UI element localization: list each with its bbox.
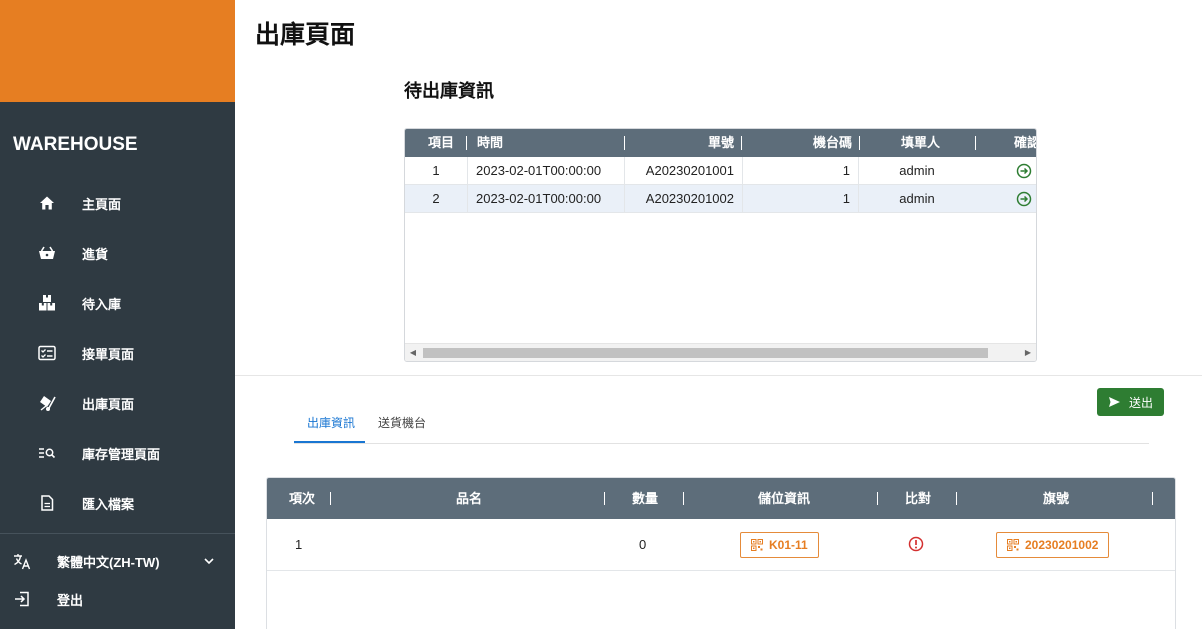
sidebar-item-home[interactable]: 主頁面 bbox=[0, 183, 235, 223]
logout-label: 登出 bbox=[57, 592, 84, 608]
sidebar-item-outbound[interactable]: 出庫頁面 bbox=[0, 383, 235, 423]
column-separator[interactable] bbox=[683, 492, 684, 505]
column-header[interactable]: 比對 bbox=[905, 478, 931, 519]
column-separator[interactable] bbox=[956, 492, 957, 505]
column-header[interactable]: 項目 bbox=[428, 129, 454, 157]
column-separator[interactable] bbox=[624, 136, 625, 150]
alert-circle-icon bbox=[908, 536, 924, 552]
column-separator[interactable] bbox=[330, 492, 331, 505]
column-header[interactable]: 旗號 bbox=[1043, 478, 1069, 519]
detail-table-header: 項次 品名 數量 儲位資訊 比對 旗號 bbox=[267, 478, 1175, 519]
cell-time: 2023-02-01T00:00:00 bbox=[476, 191, 602, 206]
basket-icon bbox=[37, 243, 57, 263]
qr-code-icon bbox=[1007, 539, 1019, 551]
cell-order-no: A20230201001 bbox=[645, 163, 734, 178]
sidebar: WAREHOUSE 主頁面 進貨 待入庫 接單頁面 出庫頁面 庫存管理頁面 匯入… bbox=[0, 0, 235, 629]
cell-machine: 1 bbox=[842, 191, 850, 206]
column-header[interactable]: 儲位資訊 bbox=[758, 478, 810, 519]
column-header[interactable]: 數量 bbox=[632, 478, 658, 519]
column-header[interactable]: 確認 bbox=[1014, 129, 1036, 157]
scroll-right-icon[interactable]: ▶ bbox=[1020, 344, 1036, 361]
cell-quantity: 0 bbox=[639, 537, 647, 552]
column-header[interactable]: 填單人 bbox=[901, 129, 940, 157]
horizontal-scrollbar[interactable]: ◀ ▶ bbox=[405, 343, 1036, 361]
cell-index: 2 bbox=[432, 191, 440, 206]
column-header[interactable]: 機台碼 bbox=[813, 129, 852, 157]
cell-creator: admin bbox=[899, 163, 935, 178]
column-separator[interactable] bbox=[741, 136, 742, 150]
boxes-icon bbox=[37, 293, 57, 313]
sidebar-item-pending-stock[interactable]: 待入庫 bbox=[0, 283, 235, 323]
cell-order-no: A20230201002 bbox=[645, 191, 734, 206]
table-row[interactable]: 1 2023-02-01T00:00:00 A20230201001 1 adm… bbox=[405, 157, 1036, 185]
cell-creator: admin bbox=[899, 191, 935, 206]
pending-table: 項目 時間 單號 機台碼 填單人 確認 1 2023-02-01T00:00:0… bbox=[404, 128, 1037, 362]
column-header[interactable]: 時間 bbox=[477, 129, 503, 157]
cell-machine: 1 bbox=[842, 163, 850, 178]
cell-index: 1 bbox=[295, 537, 303, 552]
page-title: 出庫頁面 bbox=[255, 21, 356, 49]
qr-code-icon bbox=[751, 539, 763, 551]
tabs-baseline bbox=[294, 443, 1149, 444]
app-root: WAREHOUSE 主頁面 進貨 待入庫 接單頁面 出庫頁面 庫存管理頁面 匯入… bbox=[0, 0, 1202, 629]
sidebar-item-label: 庫存管理頁面 bbox=[82, 446, 161, 462]
sidebar-item-label: 進貨 bbox=[82, 246, 109, 262]
logout-button[interactable]: 登出 bbox=[0, 584, 235, 614]
column-separator[interactable] bbox=[604, 492, 605, 505]
pending-section-title: 待出庫資訊 bbox=[404, 81, 494, 101]
column-header[interactable]: 項次 bbox=[289, 478, 315, 519]
logout-icon bbox=[12, 589, 32, 609]
send-button-label: 送出 bbox=[1128, 395, 1153, 410]
cell-index: 1 bbox=[432, 163, 440, 178]
column-separator[interactable] bbox=[859, 136, 860, 150]
pending-table-header: 項目 時間 單號 機台碼 填單人 確認 bbox=[405, 129, 1036, 157]
send-button[interactable]: 送出 bbox=[1097, 388, 1164, 416]
flag-chip[interactable]: 20230201002 bbox=[996, 532, 1110, 558]
brand-title: WAREHOUSE bbox=[13, 134, 138, 155]
brand-banner bbox=[0, 0, 235, 102]
home-icon bbox=[37, 193, 57, 213]
column-header[interactable]: 單號 bbox=[708, 129, 734, 157]
column-separator[interactable] bbox=[975, 136, 976, 150]
list-search-icon bbox=[37, 443, 57, 463]
sidebar-item-inventory[interactable]: 庫存管理頁面 bbox=[0, 433, 235, 473]
scrollbar-thumb[interactable] bbox=[423, 348, 988, 358]
location-label: K01-11 bbox=[769, 538, 808, 552]
sidebar-item-label: 匯入檔案 bbox=[82, 496, 135, 512]
cell-divider bbox=[467, 157, 468, 185]
sidebar-item-orders[interactable]: 接單頁面 bbox=[0, 333, 235, 373]
table-row[interactable]: 2 2023-02-01T00:00:00 A20230201002 1 adm… bbox=[405, 185, 1036, 213]
column-separator[interactable] bbox=[1152, 492, 1153, 505]
column-separator[interactable] bbox=[877, 492, 878, 505]
confirm-arrow-icon[interactable] bbox=[1016, 163, 1032, 179]
cell-divider bbox=[467, 185, 468, 213]
tab-delivery-machine[interactable]: 送貨機台 bbox=[378, 414, 426, 442]
checklist-icon bbox=[37, 343, 57, 363]
location-chip[interactable]: K01-11 bbox=[740, 532, 819, 558]
file-icon bbox=[37, 493, 57, 513]
confirm-arrow-icon[interactable] bbox=[1016, 191, 1032, 207]
translate-icon bbox=[12, 551, 32, 571]
sidebar-item-incoming[interactable]: 進貨 bbox=[0, 233, 235, 273]
cell-time: 2023-02-01T00:00:00 bbox=[476, 163, 602, 178]
sidebar-item-label: 主頁面 bbox=[82, 196, 122, 212]
tab-outbound-info[interactable]: 出庫資訊 bbox=[307, 414, 355, 442]
flag-label: 20230201002 bbox=[1025, 538, 1099, 552]
dolly-icon bbox=[37, 393, 57, 413]
sidebar-item-label: 待入庫 bbox=[82, 296, 122, 312]
column-separator[interactable] bbox=[466, 136, 467, 150]
sidebar-divider bbox=[0, 533, 235, 534]
column-header[interactable]: 品名 bbox=[456, 478, 482, 519]
language-selector[interactable]: 繁體中文(ZH-TW) bbox=[0, 546, 235, 576]
section-divider bbox=[235, 375, 1202, 376]
sidebar-item-import[interactable]: 匯入檔案 bbox=[0, 483, 235, 523]
outbound-detail-table: 項次 品名 數量 儲位資訊 比對 旗號 1 0 K01-11 202302010… bbox=[266, 477, 1176, 629]
table-row[interactable]: 1 0 K01-11 20230201002 bbox=[267, 519, 1175, 571]
language-label: 繁體中文(ZH-TW) bbox=[57, 554, 160, 570]
send-icon bbox=[1108, 397, 1120, 407]
scroll-left-icon[interactable]: ◀ bbox=[405, 344, 421, 361]
sidebar-item-label: 接單頁面 bbox=[82, 346, 135, 362]
chevron-down-icon bbox=[203, 552, 215, 570]
sidebar-item-label: 出庫頁面 bbox=[82, 396, 135, 412]
